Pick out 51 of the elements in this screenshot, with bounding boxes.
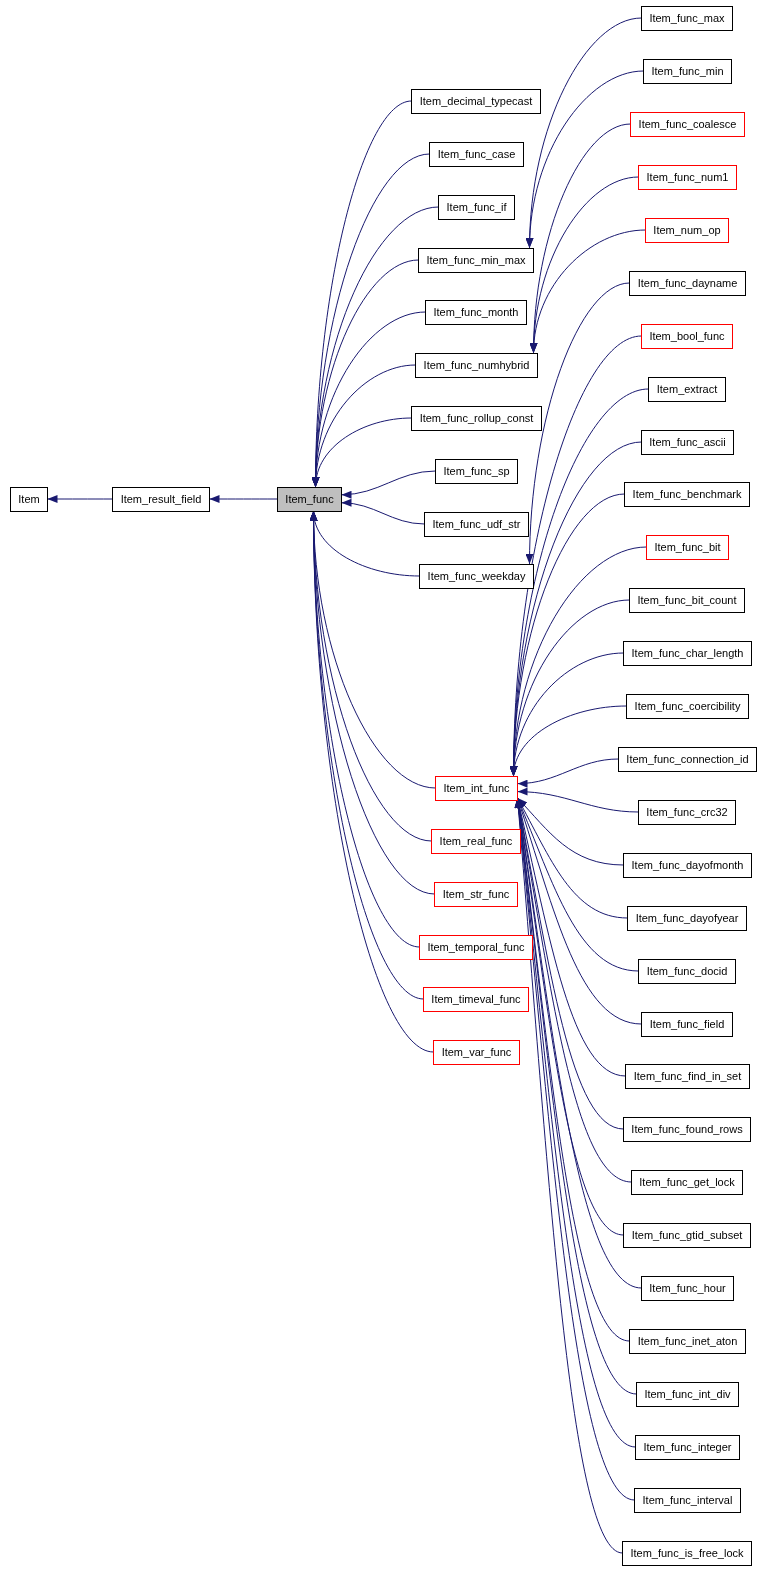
class-node[interactable]: Item_func_bit: [646, 535, 729, 560]
class-node[interactable]: Item_func_min_max: [418, 248, 534, 273]
class-node[interactable]: Item_func_found_rows: [623, 1117, 751, 1142]
class-node[interactable]: Item_func_gtid_subset: [623, 1223, 751, 1248]
class-node[interactable]: Item_func_weekday: [419, 564, 534, 589]
class-node[interactable]: Item_str_func: [434, 882, 518, 907]
class-node[interactable]: Item_func_num1: [638, 165, 737, 190]
class-node[interactable]: Item_func_benchmark: [624, 482, 750, 507]
class-node[interactable]: Item_func_numhybrid: [415, 353, 538, 378]
inheritance-arrow: [47, 495, 113, 503]
class-node[interactable]: Item_func_docid: [638, 959, 736, 984]
class-node[interactable]: Item_func_bit_count: [629, 588, 745, 613]
class-node[interactable]: Item_bool_func: [641, 324, 733, 349]
class-node[interactable]: Item_func_udf_str: [424, 512, 529, 537]
class-node[interactable]: Item_func: [277, 487, 342, 512]
class-node[interactable]: Item_func_coercibility: [626, 694, 749, 719]
class-node[interactable]: Item_result_field: [112, 487, 210, 512]
class-node[interactable]: Item_func_if: [438, 195, 515, 220]
class-node[interactable]: Item_func_dayname: [629, 271, 746, 296]
class-node[interactable]: Item_timeval_func: [423, 987, 529, 1012]
class-node[interactable]: Item_func_case: [429, 142, 524, 167]
class-node[interactable]: Item_func_inet_aton: [629, 1329, 746, 1354]
inheritance-arrow: [209, 495, 278, 503]
class-node[interactable]: Item_func_field: [641, 1012, 733, 1037]
class-node[interactable]: Item_func_is_free_lock: [622, 1541, 752, 1566]
class-node[interactable]: Item_func_interval: [634, 1488, 741, 1513]
class-node[interactable]: Item_func_hour: [641, 1276, 734, 1301]
class-node[interactable]: Item_func_crc32: [638, 800, 736, 825]
class-node[interactable]: Item_func_connection_id: [618, 747, 757, 772]
class-node[interactable]: Item_func_dayofmonth: [623, 853, 752, 878]
class-node[interactable]: Item_int_func: [435, 776, 518, 801]
class-node[interactable]: Item_func_char_length: [623, 641, 752, 666]
class-node[interactable]: Item_func_find_in_set: [625, 1064, 750, 1089]
class-node[interactable]: Item_func_month: [425, 300, 527, 325]
class-node[interactable]: Item_func_get_lock: [631, 1170, 743, 1195]
class-node[interactable]: Item_num_op: [645, 218, 729, 243]
class-node[interactable]: Item_func_max: [641, 6, 733, 31]
class-node[interactable]: Item_decimal_typecast: [411, 89, 541, 114]
class-node[interactable]: Item_real_func: [431, 829, 521, 854]
class-node[interactable]: Item_func_sp: [435, 459, 518, 484]
class-node[interactable]: Item_func_dayofyear: [627, 906, 747, 931]
class-node[interactable]: Item_func_rollup_const: [411, 406, 542, 431]
class-node[interactable]: Item_func_int_div: [636, 1382, 739, 1407]
class-node[interactable]: Item_temporal_func: [419, 935, 533, 960]
class-node[interactable]: Item_func_min: [643, 59, 732, 84]
class-node[interactable]: Item: [10, 487, 48, 512]
class-node[interactable]: Item_extract: [648, 377, 726, 402]
class-node[interactable]: Item_func_coalesce: [630, 112, 745, 137]
class-node[interactable]: Item_func_ascii: [641, 430, 734, 455]
class-node[interactable]: Item_func_integer: [635, 1435, 740, 1460]
class-node[interactable]: Item_var_func: [433, 1040, 520, 1065]
